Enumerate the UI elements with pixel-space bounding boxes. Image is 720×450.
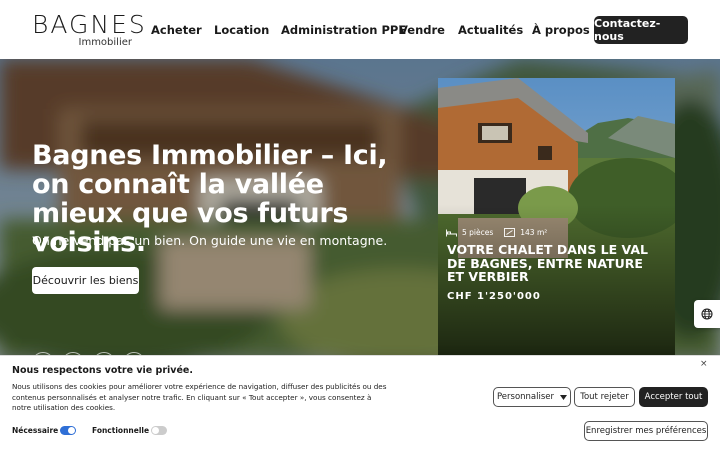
nav-actualites[interactable]: Actualités [458,23,523,37]
customize-button-label: Personnaliser [496,392,555,402]
nav-acheter[interactable]: Acheter [151,23,202,37]
cookie-consent-banner: Nous respectons votre vie privée. Nous u… [0,355,720,450]
property-title: Votre chalet dans le Val de Bagnes, entr… [447,242,649,284]
chevron-down-icon [560,394,568,400]
featured-property-card[interactable]: 5 pièces 143 m² Votre chalet dans le Val… [438,78,675,359]
property-rooms: 5 pièces [462,228,494,237]
logo-main: BAGNES [32,10,147,39]
nav-vendre[interactable]: Vendre [399,23,445,37]
functional-toggle[interactable] [151,426,167,435]
globe-icon [701,308,713,320]
logo[interactable]: BAGNES Immobilier [32,10,147,48]
bed-icon [446,229,457,236]
nav-administration-ppe[interactable]: Administration PPE [281,23,406,37]
hero-subtitle: On ne vend pas un bien. On guide une vie… [32,233,388,248]
property-price: CHF 1'250'000 [447,291,541,302]
necessary-toggle[interactable] [60,426,76,435]
functional-label: Fonctionnelle [92,426,150,435]
site-header: BAGNES Immobilier Acheter Location Admin… [0,0,720,59]
property-image [438,78,675,359]
property-area: 143 m² [520,228,548,237]
nav-location[interactable]: Location [214,23,269,37]
language-globe-button[interactable] [694,300,720,328]
cookie-title: Nous respectons votre vie privée. [12,365,193,376]
contact-button[interactable]: Contactez-nous [594,16,688,44]
cookie-description: Nous utilisons des cookies pour améliore… [12,382,387,412]
logo-sub: Immobilier [78,37,133,48]
property-meta: 5 pièces 143 m² [446,228,547,237]
customize-button[interactable]: Personnaliser [493,387,571,407]
save-preferences-button[interactable]: Enregistrer mes préférences [584,421,708,441]
close-icon[interactable]: × [700,359,708,369]
reject-all-button[interactable]: Tout rejeter [574,387,635,407]
necessary-label: Nécessaire [12,426,59,435]
nav-a-propos[interactable]: À propos [532,23,590,37]
discover-properties-button[interactable]: Découvrir les biens [32,267,139,294]
accept-all-button[interactable]: Accepter tout [639,387,708,407]
area-icon [504,228,516,237]
